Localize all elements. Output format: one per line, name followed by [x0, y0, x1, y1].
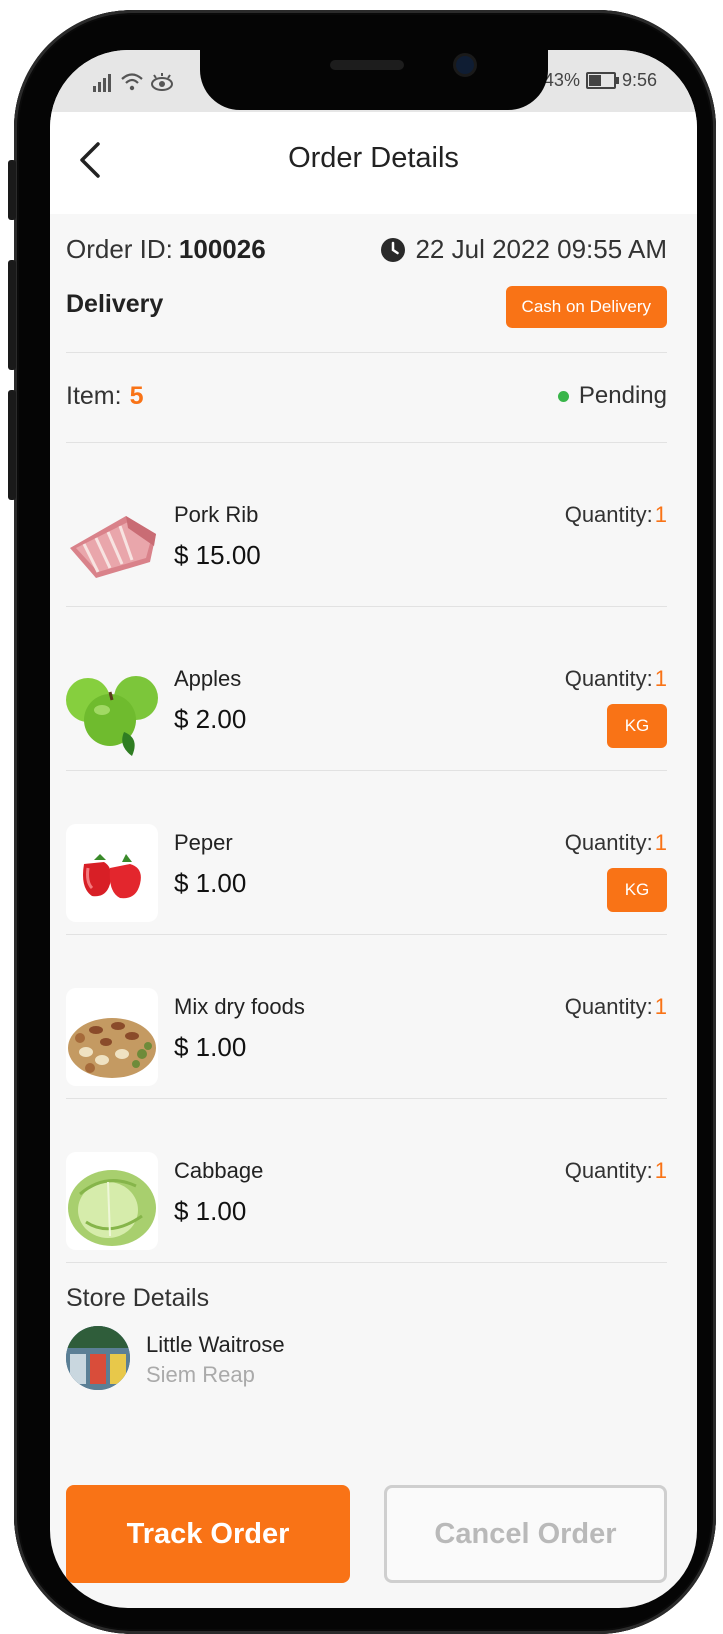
item-count-value: 5 [129, 382, 144, 410]
status-icons-left [92, 72, 174, 92]
store-name: Little Waitrose [146, 1332, 285, 1357]
status-icons-right: 43% 9:56 [544, 70, 657, 91]
item-name: Apples [174, 666, 242, 691]
front-camera [456, 56, 474, 74]
quantity-label: Quantity: [564, 502, 653, 527]
track-order-button[interactable]: Track Order [66, 1485, 350, 1583]
divider [66, 352, 667, 353]
cancel-order-button[interactable]: Cancel Order [384, 1485, 667, 1583]
notch [200, 50, 548, 110]
speaker-grille [330, 60, 404, 70]
divider [66, 606, 667, 607]
battery-icon [585, 72, 619, 89]
volume-up-button [8, 260, 16, 370]
pepper-image [66, 824, 158, 922]
quantity-label: Quantity: [564, 1158, 653, 1183]
quantity-value: 1 [654, 830, 667, 855]
item-price: $ 2.00 [174, 704, 247, 734]
divider [66, 770, 667, 771]
volume-down-button [8, 390, 16, 500]
apples-image [66, 660, 158, 758]
order-date: 22 Jul 2022 09:55 AM [381, 234, 667, 265]
item-price: $ 1.00 [174, 1196, 247, 1226]
cabbage-image [66, 1152, 158, 1250]
status-dot-icon [557, 390, 569, 402]
order-type: Delivery [66, 290, 164, 318]
list-item[interactable]: Peper $ 1.00 Quantity:1 KG [66, 772, 667, 928]
mute-switch [8, 160, 16, 220]
item-quantity: Quantity:1 [565, 666, 667, 692]
order-id-label: Order ID: [66, 234, 173, 264]
payment-method-badge: Cash on Delivery [505, 286, 667, 328]
list-item[interactable]: Pork Rib $ 15.00 Quantity:1 [66, 444, 667, 600]
unit-badge: KG [607, 868, 667, 912]
battery-percent: 43% [543, 70, 580, 90]
quantity-label: Quantity: [564, 994, 653, 1019]
item-quantity: Quantity:1 [565, 502, 667, 528]
store-avatar[interactable] [66, 1326, 130, 1390]
clock-time: 9:56 [621, 70, 657, 90]
item-count: Item: 5 [66, 382, 143, 411]
divider [66, 1262, 667, 1263]
list-item[interactable]: Cabbage $ 1.00 Quantity:1 [66, 1100, 667, 1256]
pork-rib-image [66, 496, 158, 594]
signal-icon [93, 74, 111, 92]
store-details-heading: Store Details [66, 1284, 210, 1312]
divider [66, 934, 667, 935]
quantity-label: Quantity: [564, 830, 653, 855]
divider [66, 1098, 667, 1099]
quantity-value: 1 [654, 1158, 667, 1183]
item-quantity: Quantity:1 [565, 1158, 667, 1184]
item-name: Peper [174, 830, 233, 855]
item-price: $ 15.00 [174, 540, 261, 570]
status-text: Pending [578, 382, 667, 409]
mixed-nuts-image [66, 988, 158, 1086]
list-item[interactable]: Mix dry foods $ 1.00 Quantity:1 [66, 936, 667, 1092]
order-id: Order ID: 100026 [66, 234, 266, 265]
quantity-value: 1 [654, 666, 667, 691]
page-title: Order Details [288, 142, 459, 174]
list-item[interactable]: Apples $ 2.00 Quantity:1 KG [66, 608, 667, 764]
store-city: Siem Reap [146, 1362, 255, 1387]
quantity-value: 1 [654, 502, 667, 527]
order-id-value: 100026 [178, 234, 266, 264]
status-badge: Pending [557, 382, 667, 410]
item-quantity: Quantity:1 [565, 994, 667, 1020]
quantity-value: 1 [654, 994, 667, 1019]
wifi-icon [121, 73, 143, 91]
clock-icon [381, 237, 406, 262]
order-date-text: 22 Jul 2022 09:55 AM [415, 234, 667, 264]
item-name: Cabbage [174, 1158, 264, 1183]
item-count-label: Item: [66, 382, 122, 410]
item-name: Pork Rib [174, 502, 259, 527]
divider [66, 442, 667, 443]
app-header: Order Details [50, 112, 697, 214]
item-name: Mix dry foods [174, 994, 305, 1019]
app-screen: 43% 9:56 Order Details Order ID: 100026 2… [50, 50, 697, 1608]
status-bar: 43% 9:56 [50, 50, 697, 112]
eye-comfort-icon [151, 73, 173, 91]
unit-badge: KG [607, 704, 667, 748]
item-price: $ 1.00 [174, 1032, 247, 1062]
item-price: $ 1.00 [174, 868, 247, 898]
item-quantity: Quantity:1 [565, 830, 667, 856]
quantity-label: Quantity: [564, 666, 653, 691]
